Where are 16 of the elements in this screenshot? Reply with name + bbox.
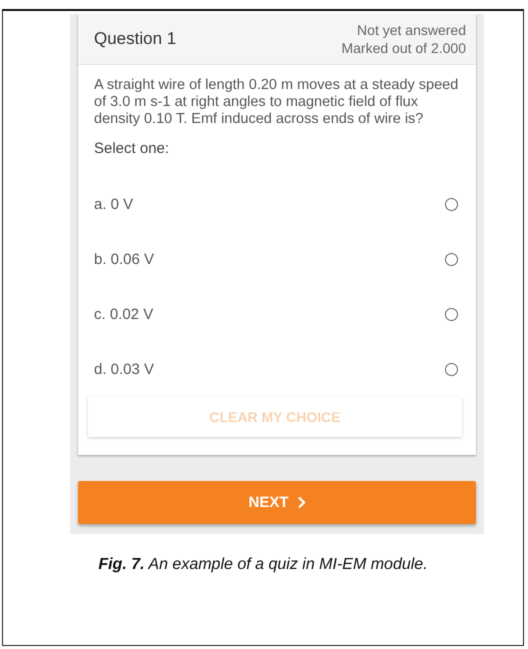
question-title: Question 1 (94, 29, 176, 49)
radio-button[interactable] (445, 253, 458, 266)
option-label: d. 0.03 V (94, 361, 154, 378)
radio-button[interactable] (445, 198, 458, 211)
answer-status: Not yet answered (357, 22, 466, 38)
option-label: c. 0.02 V (94, 306, 154, 323)
select-prompt: Select one: (94, 140, 170, 157)
question-text: A straight wire of length 0.20 m moves at a steady speed of 3.0 m s-1 at right angles to magnetic field of flux density 0.10 T. Emf induced across ends of wire is? (94, 77, 460, 128)
figure-caption: Fig. 7. An example of a quiz in MI-EM module. (97, 556, 429, 574)
next-button[interactable]: NEXT (78, 481, 476, 524)
marks-text: Marked out of 2.000 (341, 40, 466, 56)
option-label: a. 0 V (94, 196, 134, 213)
option-label: b. 0.06 V (94, 251, 154, 268)
chevron-right-icon (296, 496, 306, 509)
radio-button[interactable] (445, 308, 458, 321)
radio-button[interactable] (445, 363, 458, 376)
